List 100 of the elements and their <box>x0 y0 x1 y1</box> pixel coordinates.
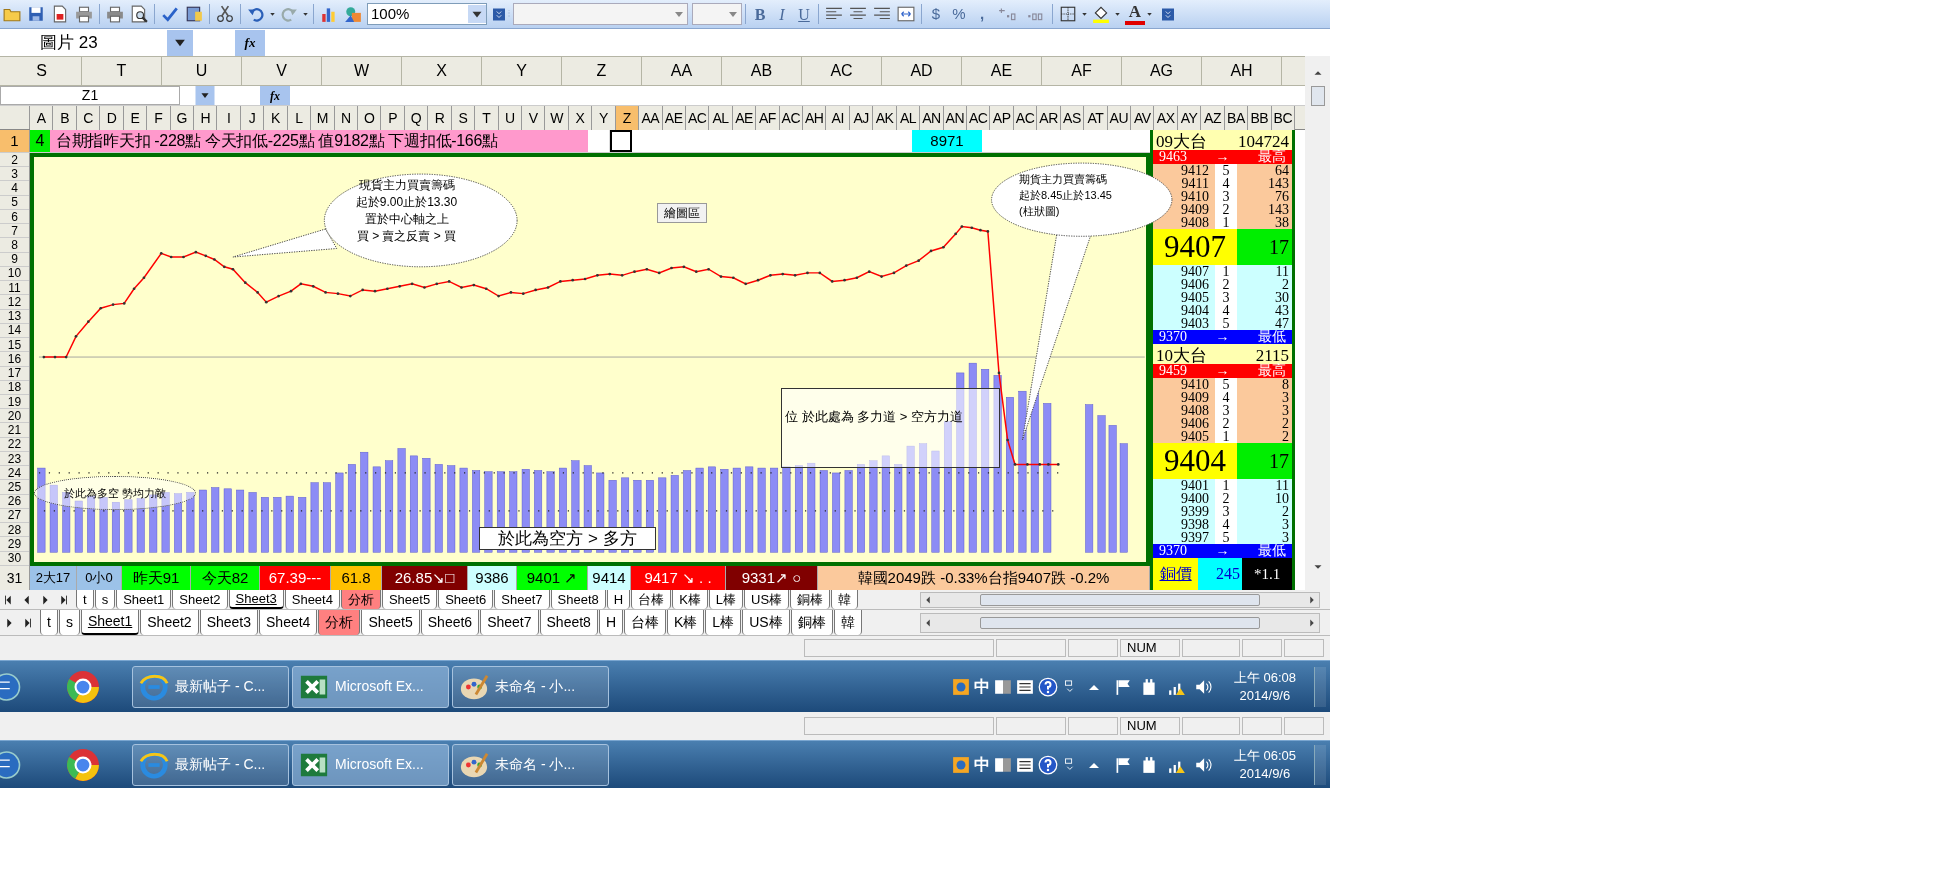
column-header[interactable]: AJ <box>849 106 874 130</box>
column-header[interactable]: H <box>193 106 218 130</box>
column-header[interactable]: AE <box>662 106 686 130</box>
column-header[interactable]: D <box>100 106 124 130</box>
input-method-indicator[interactable]: 中 <box>973 752 990 777</box>
row-number[interactable]: 21 <box>0 423 29 438</box>
sheet-tab[interactable]: 銅棒 <box>790 590 831 609</box>
clock-time[interactable]: 上午 06:08 <box>1233 668 1296 687</box>
sheet-tab[interactable]: t <box>76 590 94 609</box>
column-header[interactable]: X <box>568 106 593 130</box>
ime-icon[interactable] <box>951 755 970 774</box>
scroll-thumb[interactable] <box>980 616 1260 629</box>
row-number[interactable]: 17 <box>0 366 29 381</box>
sheet-tab[interactable]: Sheet6 <box>420 610 480 635</box>
column-header[interactable]: R <box>428 106 452 130</box>
horizontal-scrollbar[interactable] <box>920 591 1320 608</box>
sheet-tab[interactable]: Sheet2 <box>172 590 228 609</box>
column-header[interactable]: AY <box>1177 106 1202 130</box>
row-number[interactable]: 24 <box>0 466 29 481</box>
document-icon[interactable] <box>51 5 69 23</box>
clock-time[interactable]: 上午 06:05 <box>1233 746 1296 765</box>
column-header[interactable]: T <box>475 106 499 130</box>
column-header[interactable]: AD <box>882 57 962 85</box>
scroll-thumb[interactable] <box>1310 86 1325 106</box>
column-header[interactable]: V <box>242 57 322 85</box>
column-header[interactable]: Q <box>404 106 429 130</box>
bold-button[interactable]: B <box>749 3 771 25</box>
toolbar-icon[interactable] <box>1015 677 1034 696</box>
column-header[interactable]: F <box>147 106 171 130</box>
row-number[interactable]: 7 <box>0 224 29 239</box>
sheet-tab[interactable]: H <box>606 590 631 609</box>
column-header[interactable]: U <box>162 57 242 85</box>
row-number[interactable]: 2 <box>0 153 29 168</box>
increase-decimal-icon[interactable] <box>996 5 1018 23</box>
browser-icon[interactable] <box>139 671 169 702</box>
sheet-tab[interactable]: s <box>94 590 116 609</box>
column-header[interactable]: AF <box>756 106 780 130</box>
borders-icon[interactable] <box>1059 5 1077 23</box>
row-number[interactable]: 20 <box>0 409 29 424</box>
sheet-tab[interactable]: US棒 <box>742 610 790 635</box>
printer-icon[interactable] <box>75 5 93 23</box>
row-number[interactable]: 12 <box>0 295 29 310</box>
sheet-tab[interactable]: 台棒 <box>624 610 666 635</box>
clock-date[interactable]: 2014/9/6 <box>1239 686 1291 705</box>
sheet-tab[interactable]: L棒 <box>705 610 742 635</box>
column-header[interactable]: O <box>357 106 382 130</box>
sheet-tab[interactable]: t <box>40 610 58 635</box>
column-header[interactable]: P <box>381 106 405 130</box>
fill-color-icon[interactable] <box>1092 5 1110 23</box>
sheet-tab[interactable]: L棒 <box>708 590 744 609</box>
row-number[interactable]: 11 <box>0 281 29 296</box>
undo-icon[interactable] <box>247 5 265 23</box>
sheet-tab[interactable]: Sheet7 <box>494 590 550 609</box>
chart-icon[interactable] <box>320 5 338 23</box>
taskbar-button[interactable]: 最新帖子 - C... <box>132 665 289 708</box>
row-number[interactable]: 19 <box>0 395 29 410</box>
sheet-tab[interactable]: Sheet3 <box>228 590 284 609</box>
row-number[interactable]: 31 <box>0 566 30 590</box>
column-header[interactable]: AH <box>803 106 827 130</box>
column-header[interactable]: AC <box>967 106 991 130</box>
column-header[interactable]: V <box>521 106 546 130</box>
column-header[interactable]: J <box>240 106 265 130</box>
sheet-tab[interactable]: 分析 <box>318 610 361 635</box>
spell-check-icon[interactable] <box>161 5 179 23</box>
sheet-tab[interactable]: Sheet8 <box>539 610 598 635</box>
column-header[interactable]: AR <box>1037 106 1061 130</box>
column-header[interactable]: AZ <box>1201 106 1225 130</box>
sheet-tab[interactable]: 韓 <box>833 610 862 635</box>
column-header[interactable]: AG <box>1122 57 1202 85</box>
keyboard-icon[interactable] <box>993 755 1012 774</box>
column-header[interactable]: AX <box>1154 106 1178 130</box>
column-header[interactable]: AC <box>779 106 804 130</box>
row-number[interactable]: 9 <box>0 252 29 267</box>
column-header[interactable]: AC <box>802 57 882 85</box>
row-number[interactable]: 29 <box>0 537 29 552</box>
column-header[interactable]: K <box>264 106 288 130</box>
column-header[interactable]: AA <box>639 106 663 130</box>
column-header[interactable]: AH <box>1202 57 1282 85</box>
taskbar-button[interactable]: 最新帖子 - C... <box>132 743 289 786</box>
print-preview-icon[interactable] <box>130 5 148 23</box>
sheet-tab[interactable]: Sheet5 <box>361 610 420 635</box>
column-header[interactable]: Z <box>615 106 640 130</box>
insert-function-button[interactable]: fx <box>235 29 265 56</box>
column-header[interactable]: Z <box>562 57 642 85</box>
sheet-tab[interactable]: s <box>58 610 80 635</box>
show-desktop-button[interactable] <box>1314 666 1326 707</box>
column-header[interactable]: E <box>123 106 148 130</box>
comma-button[interactable]: , <box>971 3 993 25</box>
row-number[interactable]: 8 <box>0 238 29 253</box>
taskbar-button[interactable]: 未命名 - 小... <box>452 743 609 786</box>
keyboard-icon[interactable] <box>993 677 1012 696</box>
sheet-tab[interactable]: Sheet6 <box>438 590 494 609</box>
clock-date[interactable]: 2014/9/6 <box>1239 764 1291 783</box>
column-header[interactable]: AU <box>1107 106 1131 130</box>
sheet-tab[interactable]: Sheet3 <box>199 610 258 635</box>
sheet-tab[interactable]: 韓 <box>831 590 859 609</box>
column-header[interactable]: AL <box>896 106 921 130</box>
sheet-tab[interactable]: Sheet4 <box>259 610 318 635</box>
row-number[interactable]: 3 <box>0 167 29 182</box>
column-header[interactable]: G <box>170 106 194 130</box>
